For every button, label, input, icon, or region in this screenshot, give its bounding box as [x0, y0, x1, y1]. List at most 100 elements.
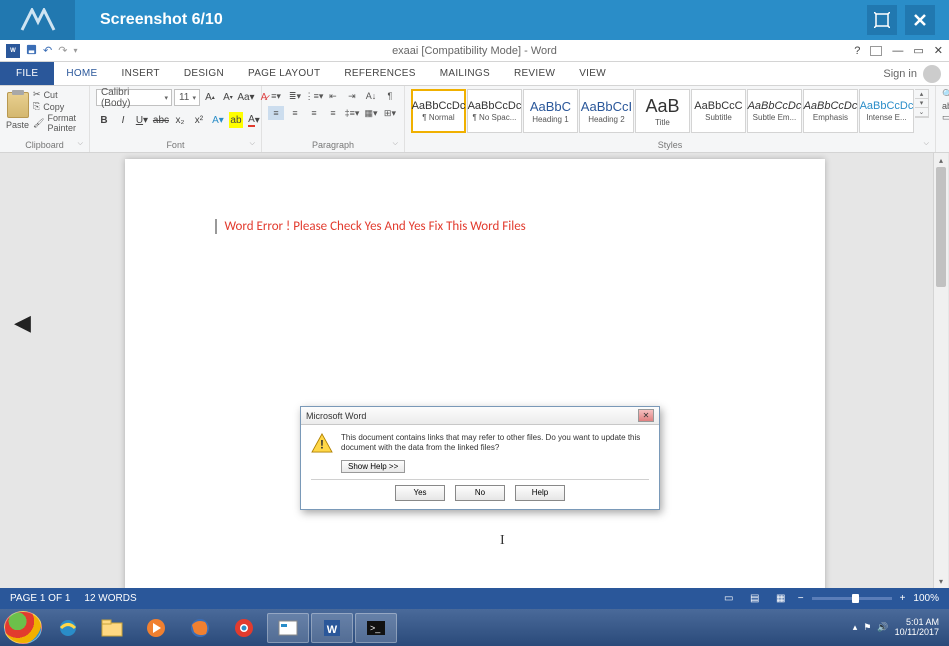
- dialog-help-button[interactable]: Help: [515, 485, 565, 501]
- dialog-no-button[interactable]: No: [455, 485, 505, 501]
- style-swatch[interactable]: AaBbCcDcSubtle Em...: [747, 89, 802, 133]
- show-marks-icon[interactable]: ¶: [382, 89, 398, 103]
- taskbar-chrome[interactable]: [223, 613, 265, 643]
- web-layout-icon[interactable]: ▦: [772, 592, 790, 606]
- qat-redo-icon[interactable]: ↷: [58, 44, 67, 57]
- bold-button[interactable]: B: [96, 112, 112, 128]
- style-swatch[interactable]: AaBTitle: [635, 89, 690, 133]
- vertical-scrollbar[interactable]: ▴ ▾: [933, 153, 948, 588]
- tab-page-layout[interactable]: PAGE LAYOUT: [236, 62, 332, 85]
- document-area[interactable]: Word Error ! Please Check Yes And Yes Fi…: [0, 153, 949, 588]
- status-page[interactable]: PAGE 1 OF 1: [10, 593, 70, 604]
- tray-flag-icon[interactable]: ⚑: [863, 622, 871, 633]
- style-swatch[interactable]: AaBbCcDc¶ Normal: [411, 89, 466, 133]
- scroll-down-icon[interactable]: ▾: [934, 574, 948, 588]
- ribbon-display-icon[interactable]: [870, 46, 882, 56]
- increase-indent-icon[interactable]: ⇥: [344, 89, 360, 103]
- style-swatch[interactable]: AaBbCcDc¶ No Spac...: [467, 89, 522, 133]
- paste-button[interactable]: Paste: [6, 89, 29, 133]
- tab-review[interactable]: REVIEW: [502, 62, 567, 85]
- taskbar-cmd[interactable]: >_: [355, 613, 397, 643]
- taskbar-media[interactable]: [135, 613, 177, 643]
- window-close-icon[interactable]: ✕: [934, 44, 943, 57]
- borders-icon[interactable]: ⊞▾: [382, 106, 398, 120]
- fullscreen-button[interactable]: [867, 5, 897, 35]
- style-swatch[interactable]: AaBbCcIHeading 2: [579, 89, 634, 133]
- justify-icon[interactable]: ≡: [325, 106, 341, 120]
- text-effects-icon[interactable]: A▾: [210, 112, 226, 128]
- sort-icon[interactable]: A↓: [363, 89, 379, 103]
- subscript-button[interactable]: x₂: [172, 112, 188, 128]
- qat-save-icon[interactable]: [26, 44, 37, 58]
- zoom-out-button[interactable]: −: [798, 593, 804, 604]
- taskbar-explorer[interactable]: [91, 613, 133, 643]
- superscript-button[interactable]: x²: [191, 112, 207, 128]
- dialog-titlebar[interactable]: Microsoft Word ✕: [301, 407, 659, 425]
- line-spacing-icon[interactable]: ‡≡▾: [344, 106, 360, 120]
- tab-insert[interactable]: INSERT: [110, 62, 172, 85]
- tab-design[interactable]: DESIGN: [172, 62, 236, 85]
- style-swatch[interactable]: AaBbCcDcEmphasis: [803, 89, 858, 133]
- read-mode-icon[interactable]: ▭: [720, 592, 738, 606]
- start-button[interactable]: [4, 611, 42, 644]
- tray-arrow-icon[interactable]: ▴: [853, 622, 858, 633]
- numbering-icon[interactable]: ≣▾: [287, 89, 303, 103]
- style-swatch[interactable]: AaBbCcCSubtitle: [691, 89, 746, 133]
- strike-button[interactable]: abc: [153, 112, 169, 128]
- bullets-icon[interactable]: ≡▾: [268, 89, 284, 103]
- dialog-close-button[interactable]: ✕: [638, 409, 654, 422]
- taskbar-firefox[interactable]: [179, 613, 221, 643]
- shrink-font-icon[interactable]: A▾: [220, 90, 236, 106]
- scroll-up-icon[interactable]: ▴: [934, 153, 948, 167]
- taskbar-ie[interactable]: [47, 613, 89, 643]
- italic-button[interactable]: I: [115, 112, 131, 128]
- change-case-icon[interactable]: Aa▾: [238, 90, 254, 106]
- font-family-select[interactable]: Calibri (Body): [96, 89, 172, 106]
- signin-link[interactable]: Sign in: [883, 68, 917, 80]
- taskbar-word[interactable]: W: [311, 613, 353, 643]
- taskbar-clock[interactable]: 5:01 AM 10/11/2017: [895, 618, 939, 638]
- document-page[interactable]: Word Error ! Please Check Yes And Yes Fi…: [125, 159, 825, 588]
- show-help-button[interactable]: Show Help >>: [341, 460, 405, 473]
- style-swatch[interactable]: AaBbCcDcIntense E...: [859, 89, 914, 133]
- shading-icon[interactable]: ▦▾: [363, 106, 379, 120]
- tab-home[interactable]: HOME: [54, 62, 109, 85]
- font-color-icon[interactable]: A▾: [246, 112, 262, 128]
- qat-undo-icon[interactable]: ↶: [43, 44, 52, 57]
- highlight-icon[interactable]: ab: [229, 112, 243, 128]
- taskbar-app1[interactable]: [267, 613, 309, 643]
- tab-view[interactable]: VIEW: [567, 62, 618, 85]
- tab-file[interactable]: FILE: [0, 62, 54, 85]
- copy-button[interactable]: ⎘Copy: [33, 101, 83, 112]
- avatar-icon[interactable]: [923, 65, 941, 83]
- tab-references[interactable]: REFERENCES: [332, 62, 427, 85]
- tab-mailings[interactable]: MAILINGS: [428, 62, 502, 85]
- help-icon[interactable]: ?: [854, 45, 860, 57]
- align-left-icon[interactable]: ≡: [268, 106, 284, 120]
- font-size-select[interactable]: 11: [174, 89, 200, 106]
- maximize-icon[interactable]: ▭: [913, 44, 923, 57]
- decrease-indent-icon[interactable]: ⇤: [325, 89, 341, 103]
- underline-button[interactable]: U▾: [134, 112, 150, 128]
- align-center-icon[interactable]: ≡: [287, 106, 303, 120]
- prev-screenshot-button[interactable]: ◀: [14, 310, 31, 336]
- tray-volume-icon[interactable]: 🔊: [877, 622, 888, 633]
- select-button[interactable]: ▭Select ▾: [942, 112, 949, 123]
- format-painter-button[interactable]: 🖌Format Painter: [33, 113, 83, 133]
- grow-font-icon[interactable]: A▴: [202, 90, 218, 106]
- print-layout-icon[interactable]: ▤: [746, 592, 764, 606]
- minimize-icon[interactable]: —: [892, 45, 903, 57]
- styles-more-button[interactable]: ▴▾⌄: [915, 89, 929, 118]
- zoom-slider[interactable]: [812, 597, 892, 600]
- replace-button[interactable]: abReplace: [942, 101, 949, 111]
- find-button[interactable]: 🔍Find ▾: [942, 89, 949, 100]
- dialog-yes-button[interactable]: Yes: [395, 485, 445, 501]
- status-words[interactable]: 12 WORDS: [84, 593, 136, 604]
- zoom-in-button[interactable]: +: [900, 593, 906, 604]
- multilevel-icon[interactable]: ⋮≡▾: [306, 89, 322, 103]
- zoom-level[interactable]: 100%: [913, 593, 939, 604]
- close-button[interactable]: [905, 5, 935, 35]
- cut-button[interactable]: ✂Cut: [33, 89, 83, 100]
- scroll-thumb[interactable]: [936, 167, 946, 287]
- align-right-icon[interactable]: ≡: [306, 106, 322, 120]
